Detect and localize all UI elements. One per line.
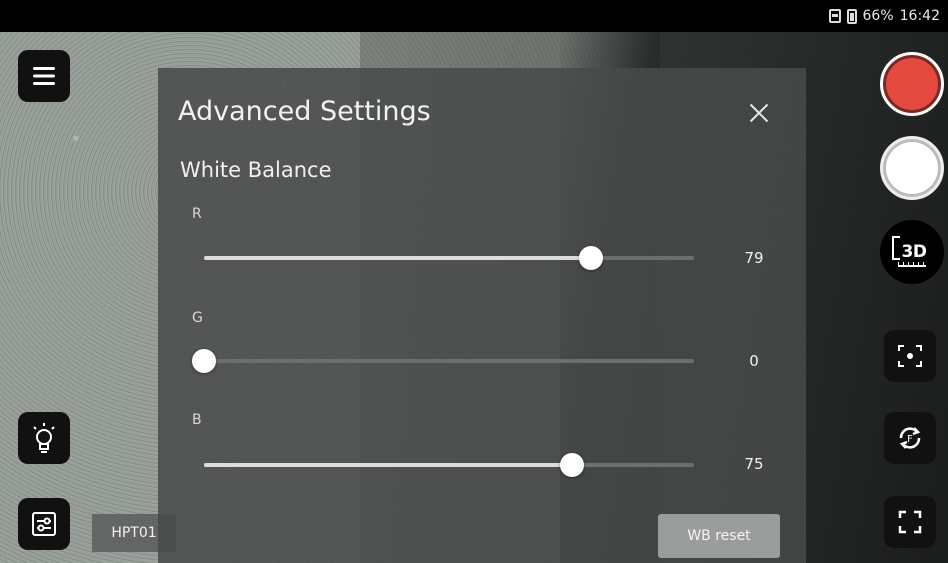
slider-thumb-r[interactable] — [579, 246, 604, 270]
panel-title: Advanced Settings — [178, 96, 431, 127]
3d-measure-button[interactable]: 3D — [880, 220, 944, 284]
fullscreen-button[interactable] — [884, 496, 936, 548]
slider-g[interactable] — [192, 349, 694, 373]
light-button[interactable] — [18, 412, 70, 464]
record-button[interactable] — [880, 52, 944, 116]
menu-icon — [33, 67, 55, 85]
advanced-settings-panel: Advanced Settings White Balance R 79 G 0… — [158, 68, 806, 563]
rotate-button[interactable]: F — [884, 412, 936, 464]
menu-button[interactable] — [18, 50, 70, 102]
rotate-icon: F — [899, 427, 921, 449]
status-bar: 66% 16:42 — [0, 0, 948, 32]
fullscreen-icon — [898, 510, 922, 534]
battery-percent: 66% — [862, 8, 894, 24]
section-title: White Balance — [180, 158, 332, 182]
focus-target-icon — [898, 345, 922, 367]
slider-thumb-b[interactable] — [559, 453, 584, 477]
slider-value-r: 79 — [744, 249, 764, 267]
slider-value-g: 0 — [749, 352, 759, 370]
settings-sliders-icon — [32, 512, 56, 536]
slider-r[interactable] — [204, 246, 694, 270]
clock: 16:42 — [899, 8, 940, 24]
slider-label-r: R — [192, 206, 202, 222]
settings-button[interactable] — [18, 498, 70, 550]
slider-thumb-g[interactable] — [192, 349, 216, 373]
lightbulb-icon — [33, 423, 55, 453]
svg-text:F: F — [907, 434, 913, 445]
sim-card-icon — [828, 9, 841, 23]
slider-b[interactable] — [204, 453, 694, 477]
close-button[interactable] — [744, 98, 774, 128]
slider-label-g: G — [192, 310, 203, 326]
wb-reset-button[interactable]: WB reset — [658, 514, 780, 558]
3d-measure-icon: 3D — [901, 242, 927, 262]
slider-value-b: 75 — [744, 455, 764, 473]
battery-icon — [846, 8, 857, 24]
slider-label-b: B — [192, 412, 202, 428]
capture-button[interactable] — [880, 136, 944, 200]
focus-button[interactable] — [884, 330, 936, 382]
